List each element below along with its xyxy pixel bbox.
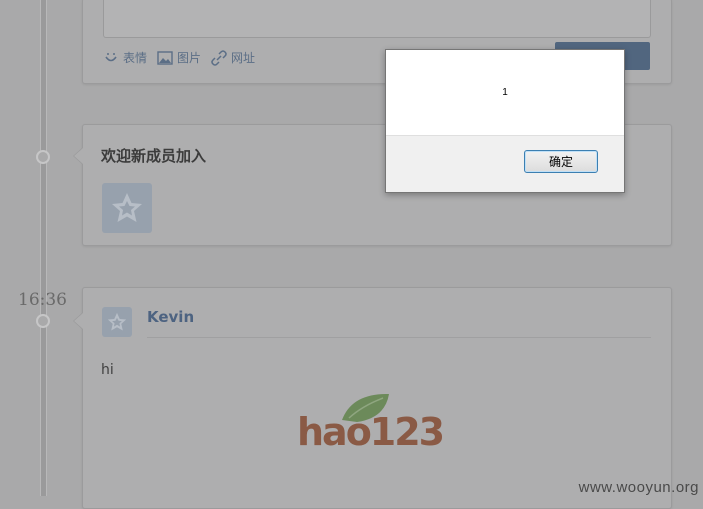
emoji-button[interactable]: 表情	[103, 49, 147, 66]
image-button[interactable]: 图片	[157, 49, 201, 66]
hao123-logo-text: hao123	[297, 410, 445, 454]
timeline-dot	[36, 150, 50, 164]
welcome-title: 欢迎新成员加入	[101, 147, 207, 165]
url-button[interactable]: 网址	[211, 49, 255, 66]
timeline-line	[40, 0, 47, 496]
post-time: 16:36	[18, 290, 67, 310]
star-icon	[107, 312, 127, 331]
ok-button[interactable]: 确定	[524, 150, 598, 173]
image-icon	[157, 50, 173, 65]
smiley-icon	[105, 52, 117, 61]
card-pointer	[73, 312, 83, 330]
post-card: Kevin hi hao123	[73, 287, 672, 509]
composer-toolbar: 表情 图片 网址	[103, 49, 255, 66]
image-label: 图片	[177, 51, 202, 65]
hao123-logo[interactable]: hao123	[297, 388, 447, 458]
card-pointer	[73, 147, 83, 165]
dialog-footer: 确定	[386, 135, 624, 192]
divider	[147, 337, 651, 338]
post-content: hi	[101, 362, 114, 378]
watermark: www.wooyun.org	[578, 479, 699, 496]
alert-message: 1	[502, 87, 508, 98]
author-name-link[interactable]: Kevin	[147, 308, 194, 326]
post-textarea[interactable]	[103, 0, 651, 38]
link-icon	[211, 49, 227, 66]
author-avatar[interactable]	[102, 307, 132, 337]
emoji-label: 表情	[123, 51, 148, 65]
timeline-dot	[36, 314, 50, 328]
url-label: 网址	[231, 51, 256, 65]
star-icon	[112, 193, 142, 222]
new-member-avatar[interactable]	[102, 183, 152, 233]
alert-dialog: 1 确定	[385, 49, 625, 193]
